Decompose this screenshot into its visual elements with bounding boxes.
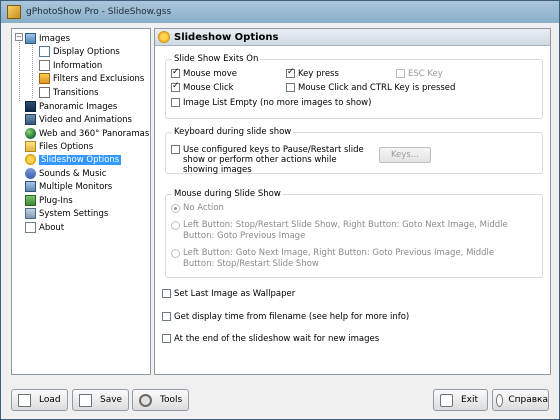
app-icon: [7, 5, 21, 19]
main-window: gPhotoShow Pro - SlideShow.gss − Images …: [0, 0, 560, 420]
mouse-option1-radio[interactable]: Left Button: Stop/Restart Slide Show, Ri…: [171, 220, 521, 242]
tree-item-transitions[interactable]: Transitions: [39, 86, 99, 99]
options-panel: Slideshow Options Slide Show Exits On Mo…: [154, 28, 551, 375]
images-icon: [25, 33, 36, 44]
image-list-empty-checkbox[interactable]: Image List Empty (no more images to show…: [171, 98, 371, 108]
gear-icon: [139, 393, 152, 407]
tree-item-panoramic[interactable]: Panoramic Images: [25, 100, 117, 113]
system-settings-icon: [25, 208, 36, 219]
tree-item-information[interactable]: Information: [39, 59, 102, 72]
filters-icon: [39, 73, 50, 84]
mouse-option2-radio[interactable]: Left Button: Goto Next Image, Right Butt…: [171, 248, 521, 270]
mouse-click-checkbox[interactable]: Mouse Click: [171, 81, 234, 93]
panoramic-icon: [25, 101, 36, 112]
tree-item-multiple-monitors[interactable]: Multiple Monitors: [25, 180, 112, 193]
keys-button[interactable]: Keys...: [379, 147, 431, 163]
plugin-icon: [25, 195, 36, 206]
slideshow-icon: [25, 154, 36, 165]
keyboard-group: Keyboard during slide show Use configure…: [165, 127, 543, 175]
mouse-click-ctrl-checkbox[interactable]: Mouse Click and CTRL Key is pressed: [286, 83, 455, 93]
tree-item-display-options[interactable]: Display Options: [39, 45, 120, 58]
panel-header: Slideshow Options: [155, 29, 550, 46]
key-press-checkbox[interactable]: Key press: [286, 67, 339, 79]
use-keys-checkbox[interactable]: Use configured keys to Pause/Restart sli…: [171, 145, 371, 175]
about-icon: [25, 222, 36, 233]
no-action-radio[interactable]: No Action: [171, 203, 224, 214]
tree-item-images[interactable]: Images: [25, 32, 70, 45]
mouse-move-checkbox[interactable]: Mouse move: [171, 67, 237, 79]
tree-item-sounds[interactable]: Sounds & Music: [25, 167, 106, 180]
help-button[interactable]: Справка: [492, 389, 549, 411]
window-title: gPhotoShow Pro - SlideShow.gss: [26, 7, 172, 17]
tree-item-about[interactable]: About: [25, 221, 64, 234]
tree-item-system-settings[interactable]: System Settings: [25, 207, 108, 220]
options-tree[interactable]: − Images Display Options Information Fil…: [11, 28, 151, 375]
title-bar: gPhotoShow Pro - SlideShow.gss: [1, 1, 559, 23]
exit-icon: [440, 393, 453, 407]
tools-button[interactable]: Tools: [132, 389, 189, 411]
load-icon: [18, 393, 31, 407]
information-icon: [39, 60, 50, 71]
globe-icon: [25, 128, 36, 139]
load-button[interactable]: Load: [11, 389, 68, 411]
exits-group: Slide Show Exits On Mouse move Key press…: [165, 54, 543, 119]
folder-icon: [25, 141, 36, 152]
save-button[interactable]: Save: [72, 389, 129, 411]
save-icon: [79, 393, 92, 407]
bottom-toolbar: Load Save Tools Exit Справка: [1, 381, 559, 419]
exit-button[interactable]: Exit: [433, 389, 488, 411]
panel-title: Slideshow Options: [174, 31, 279, 43]
display-time-checkbox[interactable]: Get display time from filename (see help…: [162, 312, 409, 322]
monitors-icon: [25, 181, 36, 192]
keyboard-group-title: Keyboard during slide show: [172, 127, 294, 137]
slideshow-icon: [158, 31, 170, 43]
images-expander[interactable]: −: [15, 33, 23, 41]
video-icon: [25, 114, 36, 125]
tree-item-video[interactable]: Video and Animations: [25, 113, 132, 126]
wait-new-images-checkbox[interactable]: At the end of the slideshow wait for new…: [162, 334, 379, 344]
tree-item-files-options[interactable]: Files Options: [25, 140, 93, 153]
help-icon: [496, 393, 504, 407]
set-wallpaper-checkbox[interactable]: Set Last Image as Wallpaper: [162, 289, 295, 299]
transitions-icon: [39, 87, 50, 98]
tree-item-plugins[interactable]: Plug-Ins: [25, 194, 73, 207]
tree-item-filters[interactable]: Filters and Exclusions: [39, 72, 144, 85]
music-icon: [25, 168, 36, 179]
display-options-icon: [39, 46, 50, 57]
mouse-group-title: Mouse during Slide Show: [172, 189, 283, 199]
exits-group-title: Slide Show Exits On: [172, 54, 261, 64]
tree-item-web-panoramas[interactable]: Web and 360° Panoramas: [25, 127, 149, 140]
mouse-group: Mouse during Slide Show No Action Left B…: [165, 189, 543, 278]
tree-item-slideshow-options[interactable]: Slideshow Options: [25, 153, 122, 166]
esc-key-checkbox[interactable]: ESC Key: [396, 69, 443, 79]
